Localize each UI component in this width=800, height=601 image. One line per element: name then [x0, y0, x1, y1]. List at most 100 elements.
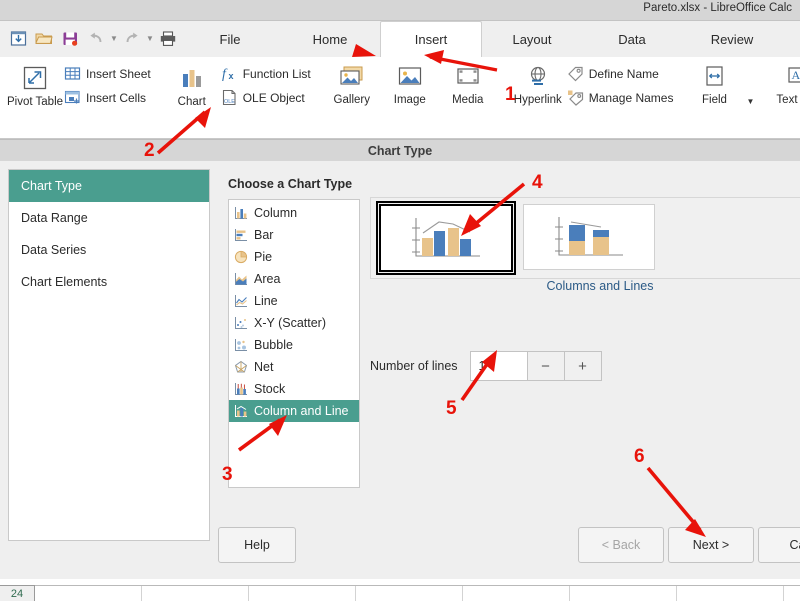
image-label: Image [393, 94, 426, 106]
undo-icon[interactable] [84, 25, 108, 51]
sheet-grid-row [0, 585, 800, 601]
chart-type-item-scatter-label: X-Y (Scatter) [254, 316, 327, 330]
area-chart-icon [234, 272, 248, 286]
help-button[interactable]: Help [218, 527, 296, 563]
svg-text:x: x [228, 71, 233, 81]
net-chart-icon [234, 360, 248, 374]
field-button[interactable]: Field [685, 57, 743, 106]
chart-type-item-pie[interactable]: Pie [229, 246, 359, 268]
subtype-stacked-thumbnail[interactable] [523, 204, 655, 270]
back-button: < Back [578, 527, 664, 563]
bubble-chart-icon [234, 338, 248, 352]
ole-object-icon: OLE [221, 89, 238, 106]
chart-type-list[interactable]: Column Bar Pie Area Line X-Y (Scatter) B… [228, 199, 360, 488]
media-button[interactable]: Media [439, 57, 497, 106]
chart-type-item-line[interactable]: Line [229, 290, 359, 312]
chart-button[interactable]: Chart [163, 57, 221, 108]
function-list-button[interactable]: f x Function List [221, 65, 311, 83]
wizard-step-data-range[interactable]: Data Range [9, 202, 209, 234]
insert-sheet-button[interactable]: Insert Sheet [64, 65, 151, 82]
dialog-title: Chart Type [0, 140, 800, 161]
hyperlink-label: Hyperlink [513, 94, 562, 106]
chart-type-item-bar[interactable]: Bar [229, 224, 359, 246]
wizard-step-data-series-label: Data Series [21, 243, 87, 257]
chart-type-item-column[interactable]: Column [229, 202, 359, 224]
chart-type-item-bar-label: Bar [254, 228, 274, 242]
function-ole-group: f x Function List OLE OLE Object [221, 57, 311, 106]
insert-cells-button[interactable]: Insert Cells [64, 89, 151, 106]
chart-type-item-pie-label: Pie [254, 250, 273, 264]
wizard-step-chart-elements[interactable]: Chart Elements [9, 266, 209, 298]
chart-type-item-column-label: Column [254, 206, 298, 220]
hyperlink-button[interactable]: Hyperlink [509, 57, 567, 106]
manage-names-icon [567, 89, 584, 106]
print-icon[interactable] [156, 25, 180, 51]
annotation-number-1: 1 [505, 84, 516, 105]
svg-text:f: f [222, 67, 228, 82]
save-icon[interactable] [58, 25, 82, 51]
tab-insert[interactable]: Insert [380, 21, 482, 58]
chart-type-item-stock-label: Stock [254, 382, 286, 396]
chart-type-item-stock[interactable]: Stock [229, 378, 359, 400]
ribbon-group-tables: Pivot Table Insert Sheet Insert Cells [0, 57, 157, 135]
text-box-button[interactable]: A Text Box [769, 57, 800, 106]
number-of-lines-input[interactable]: 1 [469, 351, 528, 381]
subtype-caption: Columns and Lines [546, 279, 654, 293]
media-icon [454, 63, 482, 91]
chart-type-item-net-label: Net [254, 360, 274, 374]
pivot-table-button[interactable]: Pivot Table [6, 57, 64, 108]
insert-sheet-label: Insert Sheet [86, 66, 151, 81]
tab-data-label: Data [618, 31, 646, 47]
pivot-table-label: Pivot Table [6, 96, 64, 108]
field-dropdown-caret-icon[interactable]: ▼ [743, 57, 757, 131]
undo-dropdown-caret-icon[interactable]: ▼ [110, 25, 118, 51]
redo-icon[interactable] [120, 25, 144, 51]
chart-type-item-line-label: Line [254, 294, 278, 308]
wizard-step-chart-type[interactable]: Chart Type [9, 170, 209, 202]
cancel-button[interactable]: Can [758, 527, 800, 563]
chart-type-item-column-and-line[interactable]: Column and Line [229, 400, 359, 422]
gallery-button[interactable]: Gallery [323, 57, 381, 106]
media-label: Media [452, 94, 484, 106]
tab-data[interactable]: Data [582, 21, 682, 57]
number-of-lines-increment-button[interactable]: + [564, 351, 602, 381]
chart-type-item-area-label: Area [254, 272, 281, 286]
ole-object-button[interactable]: OLE OLE Object [221, 89, 311, 106]
insert-cells-label: Insert Cells [86, 90, 147, 105]
number-of-lines-stepper: 1 − + [469, 351, 602, 381]
tab-review[interactable]: Review [682, 21, 782, 57]
row-header-24[interactable]: 24 [0, 585, 35, 601]
chart-type-item-scatter[interactable]: X-Y (Scatter) [229, 312, 359, 334]
manage-names-label: Manage Names [588, 90, 674, 105]
tab-file[interactable]: File [180, 21, 280, 57]
manage-names-button[interactable]: Manage Names [567, 89, 674, 106]
gallery-icon [338, 63, 366, 91]
open-folder-icon[interactable] [32, 25, 56, 51]
image-icon [396, 63, 424, 91]
tab-layout[interactable]: Layout [482, 21, 582, 57]
subtype-grouped-thumbnail[interactable] [376, 201, 516, 275]
tab-home[interactable]: Home [280, 21, 380, 57]
define-name-button[interactable]: Define Name [567, 65, 674, 82]
chart-type-item-area[interactable]: Area [229, 268, 359, 290]
quick-access-toolbar: ▼ ▼ [6, 25, 180, 51]
ribbon-toolbar: Pivot Table Insert Sheet Insert Cells Ch… [0, 57, 800, 139]
chart-type-item-net[interactable]: Net [229, 356, 359, 378]
wizard-step-data-series[interactable]: Data Series [9, 234, 209, 266]
chart-subtype-gallery [370, 197, 800, 279]
number-of-lines-decrement-button[interactable]: − [527, 351, 565, 381]
image-button[interactable]: Image [381, 57, 439, 106]
redo-dropdown-caret-icon[interactable]: ▼ [146, 25, 154, 51]
chart-type-item-bubble[interactable]: Bubble [229, 334, 359, 356]
next-button[interactable]: Next > [668, 527, 754, 563]
chart-icon [177, 63, 207, 93]
function-list-label: Function List [242, 66, 311, 81]
ribbon-group-links: Hyperlink Define Name Manage Names [503, 57, 680, 135]
ribbon-group-media: Image Media Gallery [317, 57, 503, 135]
bar-chart-icon [234, 228, 248, 242]
field-icon [700, 63, 728, 91]
ribbon-tab-strip: ▼ ▼ File Home Insert Layout Data Review [0, 21, 800, 58]
tab-file-label: File [219, 31, 241, 47]
ribbon-tabs: File Home Insert Layout Data Review [180, 21, 782, 58]
save-as-icon[interactable] [6, 25, 30, 51]
